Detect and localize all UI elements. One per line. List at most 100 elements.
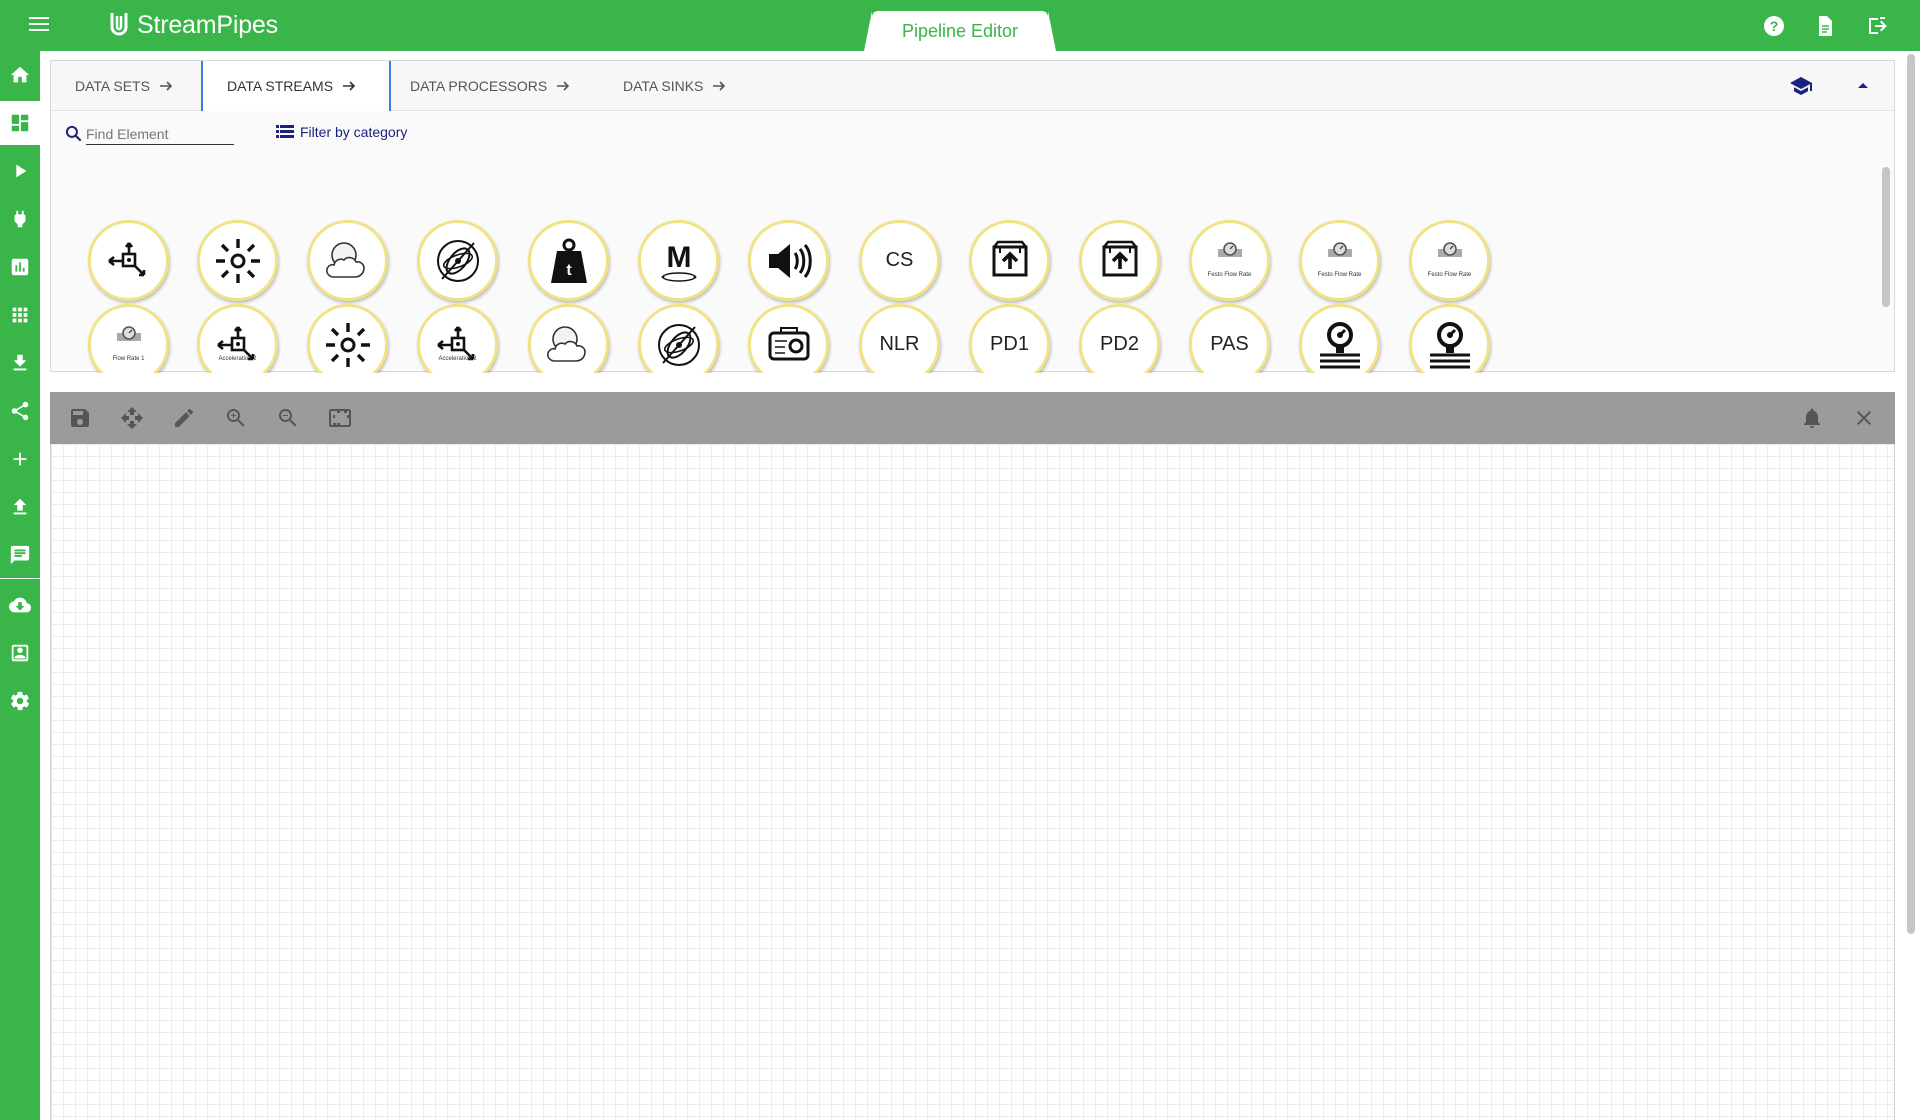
search-input[interactable] [86,123,234,145]
menu-icon[interactable] [26,13,52,39]
acceleration-icon [212,319,264,371]
close-icon[interactable] [1852,406,1876,430]
pipeline-editor-label: Pipeline Editor [901,20,1019,41]
pressure-gauge-icon [1314,319,1366,371]
cloud-icon [322,235,374,287]
apps-icon[interactable] [0,293,40,337]
contact-icon[interactable] [0,631,40,675]
filter-by-category-button[interactable]: Filter by category [276,124,407,140]
stream-element[interactable]: Flow Rate 1 [88,304,169,373]
stream-element[interactable]: t [528,220,609,301]
stream-element[interactable]: PD1 [969,304,1050,373]
search-icon [65,125,82,142]
top-bar: StreamPipes Pipeline Editor ? [0,0,1920,51]
stream-element[interactable] [638,304,719,373]
stream-element[interactable]: Festo Flow Rate [1409,220,1490,301]
settings-icon[interactable] [0,679,40,723]
element-scrollbar[interactable] [1882,157,1890,367]
element-mini-label: Festo Flow Rate [1317,272,1362,278]
add-icon[interactable] [0,437,40,481]
sun-icon [322,319,374,371]
brand[interactable]: StreamPipes [106,10,278,40]
element-label: PD2 [1100,333,1139,355]
stream-element[interactable] [1299,304,1380,373]
element-label: CS [885,249,914,271]
svg-text:?: ? [1770,18,1779,34]
flow-rate-icon [1314,235,1366,287]
play-icon[interactable] [0,149,40,193]
stream-element[interactable]: NLR [859,304,940,373]
streampipes-logo-icon [110,13,128,36]
acceleration-icon [432,319,484,371]
tab-data-sinks[interactable]: DATA SINKS [599,61,759,111]
fit-icon[interactable] [328,406,352,430]
share-icon[interactable] [0,389,40,433]
stream-element[interactable]: Festo Flow Rate [1189,220,1270,301]
zoom-out-icon[interactable] [276,406,300,430]
notification-bell-icon[interactable] [1800,406,1824,430]
arrow-right-icon [713,81,726,91]
zoom-in-icon[interactable] [224,406,248,430]
stream-element[interactable] [1079,220,1160,301]
gyroscope-icon [432,235,484,287]
stream-element[interactable] [1409,304,1490,373]
docs-icon[interactable] [1813,14,1837,38]
pressure-gauge-icon [1424,319,1476,371]
element-grid: t M CS Festo Flow Rate Festo Flow Rate Festo … [51,153,1873,373]
stream-element[interactable]: Acceleration 2 [417,304,498,373]
stream-element[interactable] [197,220,278,301]
download-icon[interactable] [0,341,40,385]
filter-label: Filter by category [300,124,408,140]
tab-data-streams[interactable]: DATA STREAMS [201,61,391,111]
collapse-up-icon[interactable] [1851,74,1875,98]
stream-element[interactable]: Acceleration 2 [197,304,278,373]
flow-rate-icon [103,319,155,371]
stream-element[interactable] [748,304,829,373]
cloud-download-icon[interactable] [0,583,40,627]
element-mini-label: Acceleration 2 [218,356,257,362]
element-label: PD1 [990,333,1029,355]
tab-label: DATA STREAMS [227,78,334,94]
upload-icon[interactable] [0,485,40,529]
tab-label: DATA SINKS [623,78,704,94]
acceleration-icon [103,235,155,287]
notifications-icon[interactable] [0,533,40,577]
home-icon[interactable] [0,53,40,97]
help-icon[interactable]: ? [1762,14,1786,38]
tutorial-school-icon[interactable] [1789,74,1813,98]
stream-element[interactable]: CS [859,220,940,301]
element-scroll-thumb[interactable] [1882,167,1890,307]
save-icon[interactable] [68,406,92,430]
chart-icon[interactable] [0,245,40,289]
tab-pipeline-editor[interactable]: Pipeline Editor [864,11,1056,51]
edit-icon[interactable] [172,406,196,430]
stream-element[interactable]: PAS [1189,304,1270,373]
stream-element[interactable] [748,220,829,301]
pipeline-canvas[interactable] [50,444,1895,1120]
move-icon[interactable] [120,406,144,430]
stream-element[interactable]: PD2 [1079,304,1160,373]
element-panel: DATA SETS DATA STREAMS DATA PROCESSORS D… [50,60,1895,373]
camera-icon [763,319,815,371]
cloud-icon [543,319,595,371]
sun-icon [212,235,264,287]
plug-icon[interactable] [0,197,40,241]
svg-text:t: t [566,262,572,279]
brand-name: StreamPipes [137,10,278,39]
page-scrollbar[interactable] [1906,54,1916,934]
stream-element[interactable] [307,304,388,373]
stream-element[interactable] [417,220,498,301]
stream-element[interactable] [307,220,388,301]
logout-icon[interactable] [1865,14,1889,38]
stream-element[interactable] [528,304,609,373]
tab-data-processors[interactable]: DATA PROCESSORS [386,61,596,111]
tab-data-sets[interactable]: DATA SETS [51,61,201,111]
page-scroll-thumb[interactable] [1907,54,1915,934]
dashboard-icon[interactable] [0,101,40,145]
stream-element[interactable] [969,220,1050,301]
stream-element[interactable]: M [638,220,719,301]
element-mini-label: Festo Flow Rate [1207,272,1252,278]
stream-element[interactable] [88,220,169,301]
stream-element[interactable]: Festo Flow Rate [1299,220,1380,301]
magnet-icon: M [653,235,705,287]
